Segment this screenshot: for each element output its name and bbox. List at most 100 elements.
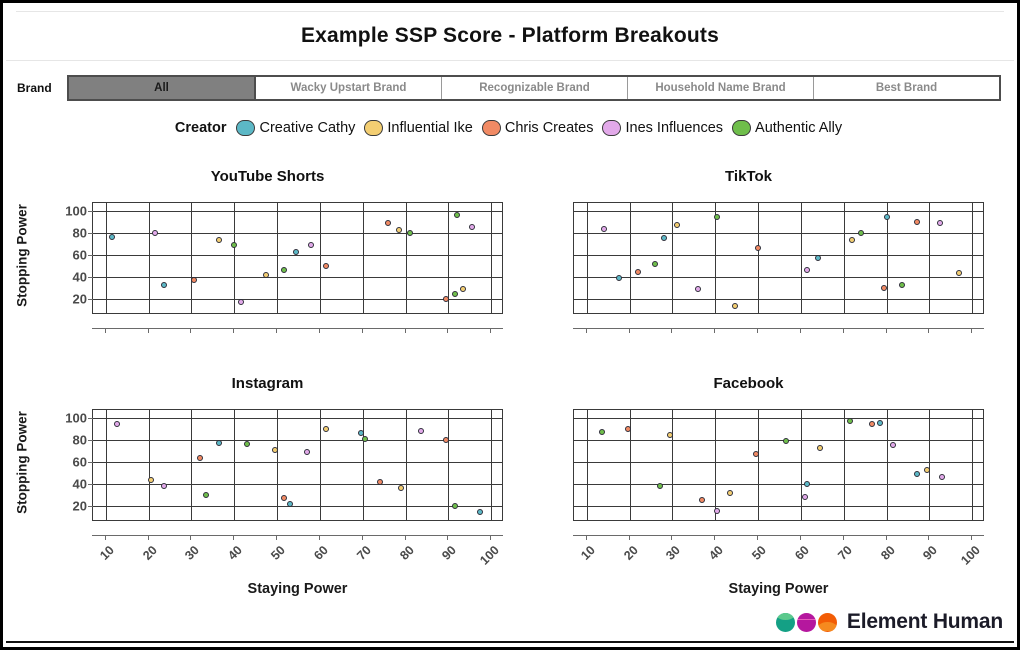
data-point[interactable] — [453, 212, 460, 219]
gridline-vertical — [929, 410, 931, 520]
data-point[interactable] — [849, 237, 856, 244]
data-point[interactable] — [804, 266, 811, 273]
data-point[interactable] — [624, 425, 631, 432]
data-point[interactable] — [714, 214, 721, 221]
data-point[interactable] — [804, 480, 811, 487]
data-point[interactable] — [361, 435, 368, 442]
data-point[interactable] — [263, 272, 270, 279]
data-point[interactable] — [323, 425, 330, 432]
data-point[interactable] — [280, 494, 287, 501]
dashboard-frame: Example SSP Score - Platform Breakouts B… — [0, 0, 1020, 650]
legend-item-ines-influences[interactable]: Ines Influences — [602, 120, 723, 136]
data-point[interactable] — [237, 298, 244, 305]
data-point[interactable] — [782, 437, 789, 444]
x-tick-mark — [714, 535, 716, 540]
data-point[interactable] — [714, 508, 721, 515]
data-point[interactable] — [216, 439, 223, 446]
data-point[interactable] — [451, 502, 458, 509]
data-point[interactable] — [190, 276, 197, 283]
data-point[interactable] — [695, 285, 702, 292]
data-point[interactable] — [477, 509, 484, 516]
data-point[interactable] — [802, 493, 809, 500]
data-point[interactable] — [280, 266, 287, 273]
data-point[interactable] — [937, 219, 944, 226]
legend-item-influential-ike[interactable]: Influential Ike — [364, 120, 473, 136]
data-point[interactable] — [286, 501, 293, 508]
data-point[interactable] — [857, 229, 864, 236]
data-point[interactable] — [460, 285, 467, 292]
gridline-vertical — [629, 410, 631, 520]
data-point[interactable] — [600, 226, 607, 233]
data-point[interactable] — [673, 221, 680, 228]
data-point[interactable] — [731, 303, 738, 310]
data-point[interactable] — [216, 237, 223, 244]
data-point[interactable] — [667, 432, 674, 439]
data-point[interactable] — [293, 249, 300, 256]
data-point[interactable] — [443, 436, 450, 443]
data-point[interactable] — [468, 224, 475, 231]
data-point[interactable] — [396, 227, 403, 234]
gridline-vertical — [277, 410, 279, 520]
data-point[interactable] — [883, 214, 890, 221]
brand-tab-all[interactable]: All — [67, 75, 256, 101]
data-point[interactable] — [817, 445, 824, 452]
data-point[interactable] — [815, 254, 822, 261]
legend-item-authentic-ally[interactable]: Authentic Ally — [732, 120, 842, 136]
data-point[interactable] — [398, 484, 405, 491]
data-point[interactable] — [956, 270, 963, 277]
data-point[interactable] — [406, 229, 413, 236]
data-point[interactable] — [881, 284, 888, 291]
gridline-vertical — [586, 410, 588, 520]
data-point[interactable] — [913, 470, 920, 477]
data-point[interactable] — [231, 241, 238, 248]
data-point[interactable] — [913, 218, 920, 225]
brand-tab-best-brand[interactable]: Best Brand — [814, 77, 999, 99]
data-point[interactable] — [451, 291, 458, 298]
data-point[interactable] — [877, 420, 884, 427]
data-point[interactable] — [868, 421, 875, 428]
data-point[interactable] — [160, 482, 167, 489]
gridline-horizontal — [93, 461, 502, 463]
data-point[interactable] — [847, 417, 854, 424]
data-point[interactable] — [323, 262, 330, 269]
data-point[interactable] — [160, 282, 167, 289]
data-point[interactable] — [924, 467, 931, 474]
data-point[interactable] — [443, 295, 450, 302]
brand-tab-wacky-upstart-brand[interactable]: Wacky Upstart Brand — [256, 77, 442, 99]
data-point[interactable] — [898, 282, 905, 289]
data-point[interactable] — [727, 490, 734, 497]
gridline-vertical — [586, 203, 588, 313]
brand-tab-household-name-brand[interactable]: Household Name Brand — [628, 77, 814, 99]
data-point[interactable] — [147, 477, 154, 484]
data-point[interactable] — [109, 234, 116, 241]
data-point[interactable] — [152, 229, 159, 236]
gridline-vertical — [629, 203, 631, 313]
y-tick-label: 80 — [72, 432, 87, 448]
data-point[interactable] — [271, 446, 278, 453]
data-point[interactable] — [652, 261, 659, 268]
data-point[interactable] — [417, 427, 424, 434]
data-point[interactable] — [939, 473, 946, 480]
data-point[interactable] — [635, 269, 642, 276]
data-point[interactable] — [752, 450, 759, 457]
data-point[interactable] — [113, 421, 120, 428]
data-point[interactable] — [656, 482, 663, 489]
data-point[interactable] — [699, 497, 706, 504]
brand-tab-recognizable-brand[interactable]: Recognizable Brand — [442, 77, 628, 99]
gridline-vertical — [448, 203, 450, 313]
data-point[interactable] — [308, 241, 315, 248]
data-point[interactable] — [598, 428, 605, 435]
data-point[interactable] — [203, 491, 210, 498]
data-point[interactable] — [889, 442, 896, 449]
data-point[interactable] — [244, 441, 251, 448]
data-point[interactable] — [357, 430, 364, 437]
legend-item-creative-cathy[interactable]: Creative Cathy — [236, 120, 355, 136]
data-point[interactable] — [660, 235, 667, 242]
legend-item-chris-creates[interactable]: Chris Creates — [481, 120, 593, 136]
data-point[interactable] — [615, 274, 622, 281]
data-point[interactable] — [197, 455, 204, 462]
data-point[interactable] — [376, 479, 383, 486]
data-point[interactable] — [385, 219, 392, 226]
data-point[interactable] — [755, 245, 762, 252]
data-point[interactable] — [304, 448, 311, 455]
